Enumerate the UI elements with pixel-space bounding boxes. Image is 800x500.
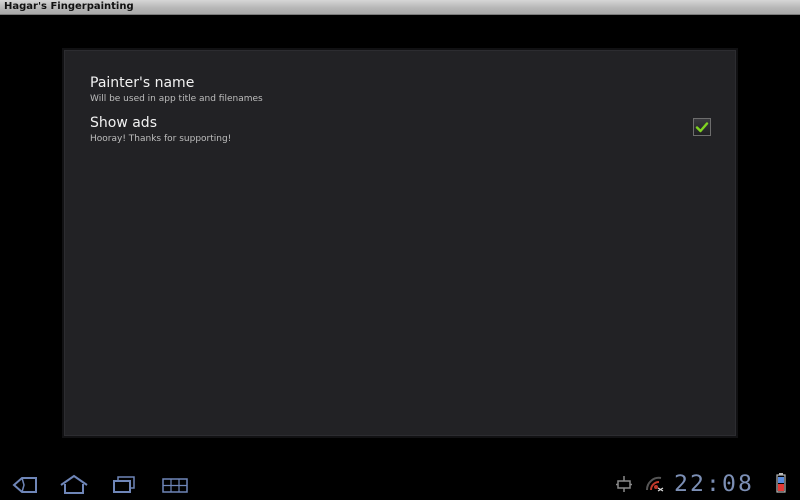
pref-summary: Hooray! Thanks for supporting! [90, 134, 232, 144]
usb-debug-icon [616, 476, 632, 492]
pref-painters-name[interactable]: Painter's name Will be used in app title… [90, 74, 710, 114]
show-ads-checkbox[interactable] [693, 118, 711, 136]
menu-button[interactable] [160, 474, 192, 496]
menu-icon [162, 478, 188, 493]
recent-apps-icon [113, 476, 135, 493]
signal-status [645, 475, 664, 497]
pref-title: Show ads [90, 115, 157, 131]
window-titlebar: Hagar's Fingerpainting [0, 0, 800, 15]
settings-panel: Painter's name Will be used in app title… [62, 48, 738, 438]
checkmark-icon [695, 122, 709, 133]
usb-debug-status [616, 475, 632, 497]
back-button[interactable] [10, 474, 42, 496]
home-icon [60, 474, 88, 494]
battery-status [776, 473, 786, 497]
system-clock: 22:08 [674, 472, 755, 497]
window-title: Hagar's Fingerpainting [4, 1, 134, 12]
recent-apps-button[interactable] [108, 474, 140, 496]
home-button[interactable] [58, 474, 90, 496]
pref-summary: Will be used in app title and filenames [90, 94, 263, 104]
battery-icon [776, 473, 786, 493]
pref-title: Painter's name [90, 75, 195, 91]
signal-icon [645, 476, 664, 492]
back-icon [12, 477, 37, 493]
pref-show-ads[interactable]: Show ads Hooray! Thanks for supporting! [90, 114, 710, 154]
